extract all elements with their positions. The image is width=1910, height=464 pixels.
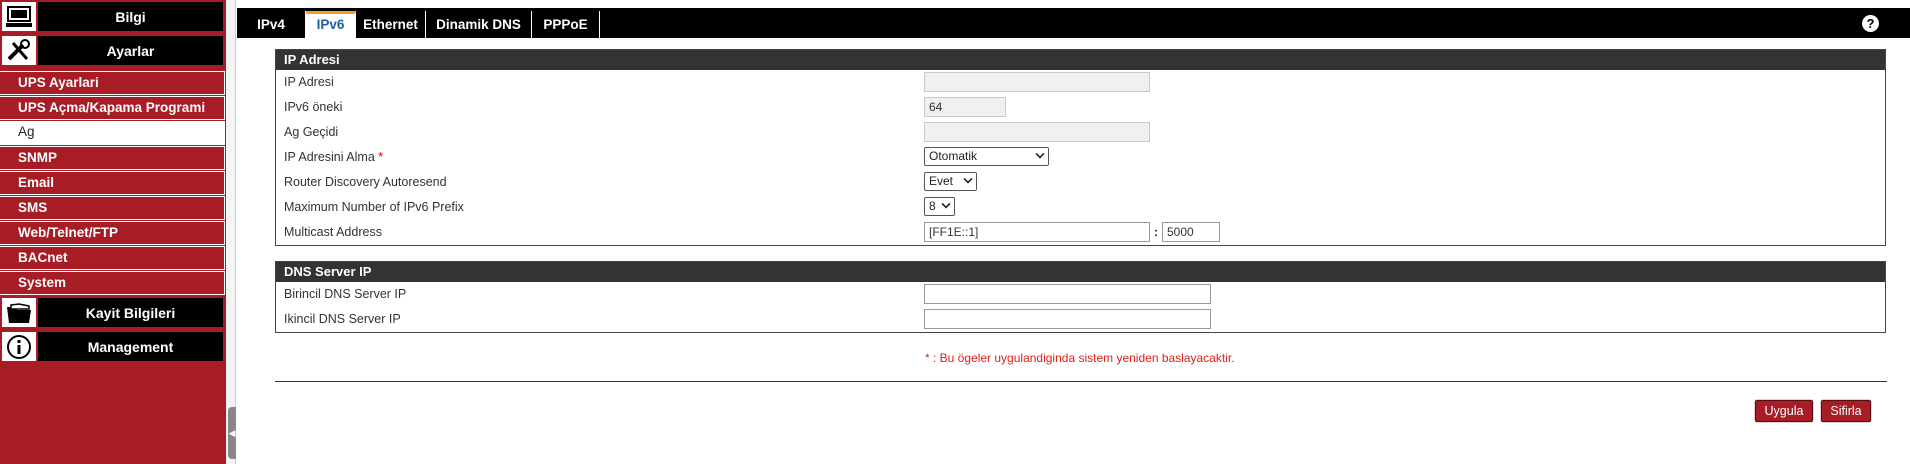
secondary-dns-label: Ikincil DNS Server IP <box>284 312 401 326</box>
sidebar-category-label: Kayit Bilgileri <box>38 298 223 327</box>
required-mark: * <box>378 150 384 164</box>
sidebar-item-ups-acma-kapama[interactable]: UPS Açma/Kapama Programi <box>0 96 225 120</box>
multicast-separator: : <box>1154 225 1158 239</box>
sidebar-item-web-telnet-ftp[interactable]: Web/Telnet/FTP <box>0 221 225 245</box>
sidebar-item-system[interactable]: System <box>0 271 225 295</box>
info-icon <box>2 332 38 361</box>
tools-icon <box>2 36 38 65</box>
restart-note: * : Bu ögeler uygulandiginda sistem yeni… <box>925 351 1235 365</box>
chevron-down-icon <box>963 174 973 184</box>
ipv6-prefix-input[interactable] <box>924 97 1006 117</box>
secondary-dns-input[interactable] <box>924 309 1211 329</box>
sidebar-item-bacnet[interactable]: BACnet <box>0 246 225 270</box>
collapse-sidebar-handle[interactable]: ◀ <box>228 407 236 459</box>
row-multicast: Multicast Address : <box>276 220 1885 245</box>
sidebar-category-label: Bilgi <box>38 2 223 31</box>
reset-button[interactable]: Sifirla <box>1821 400 1871 422</box>
row-ip-address: IP Adresi <box>276 70 1885 95</box>
primary-dns-label: Birincil DNS Server IP <box>284 287 407 301</box>
splitter <box>226 0 236 464</box>
row-primary-dns: Birincil DNS Server IP <box>276 282 1885 307</box>
ip-address-label: IP Adresi <box>284 75 334 89</box>
tab-ethernet[interactable]: Ethernet <box>356 11 426 38</box>
obtain-ip-select[interactable]: Otomatik <box>924 147 1049 166</box>
sidebar-item-snmp[interactable]: SNMP <box>0 146 225 170</box>
sidebar-item-sms[interactable]: SMS <box>0 196 225 220</box>
folder-icon <box>2 298 38 327</box>
row-max-prefix: Maximum Number of IPv6 Prefix 8 <box>276 195 1885 220</box>
primary-dns-input[interactable] <box>924 284 1211 304</box>
sidebar-category-ayarlar[interactable]: Ayarlar <box>0 34 225 67</box>
tab-dinamik-dns[interactable]: Dinamik DNS <box>426 11 532 38</box>
row-router-discovery: Router Discovery Autoresend Evet <box>276 170 1885 195</box>
ip-address-input[interactable] <box>924 72 1150 92</box>
sidebar-item-ups-ayarlari[interactable]: UPS Ayarlari <box>0 71 225 95</box>
help-icon[interactable]: ? <box>1862 15 1879 32</box>
ipv6-prefix-label: IPv6 öneki <box>284 100 343 114</box>
multicast-port-input[interactable] <box>1162 222 1220 242</box>
sidebar-category-bilgi[interactable]: Bilgi <box>0 0 225 33</box>
row-ipv6-prefix: IPv6 öneki <box>276 95 1885 120</box>
panel-title: DNS Server IP <box>276 262 1885 282</box>
gateway-label: Ag Geçidi <box>284 125 339 139</box>
sidebar: Bilgi Ayarlar UPS Ayarlari UPS Açma/Kapa… <box>0 0 226 464</box>
router-discovery-select[interactable]: Evet <box>924 172 977 191</box>
tab-ipv4[interactable]: IPv4 <box>237 11 306 38</box>
max-prefix-label: Maximum Number of IPv6 Prefix <box>284 200 464 214</box>
sidebar-category-label: Ayarlar <box>38 36 223 65</box>
chevron-left-icon: ◀ <box>228 427 236 438</box>
tab-pppoe[interactable]: PPPoE <box>532 11 600 38</box>
ip-address-panel: IP Adresi IP Adresi IPv6 öneki Ag Geçidi… <box>275 49 1886 246</box>
tab-bar: IPv4 IPv6 Ethernet Dinamik DNS PPPoE <box>237 8 1910 38</box>
multicast-address-input[interactable] <box>924 222 1150 242</box>
apply-button[interactable]: Uygula <box>1755 400 1813 422</box>
max-prefix-select[interactable]: 8 <box>924 197 955 216</box>
row-gateway: Ag Geçidi <box>276 120 1885 145</box>
dns-server-panel: DNS Server IP Birincil DNS Server IP Iki… <box>275 261 1886 333</box>
sidebar-category-kayit-bilgileri[interactable]: Kayit Bilgileri <box>0 296 225 329</box>
obtain-ip-label: IP Adresini Alma * <box>284 150 384 164</box>
sidebar-item-ag[interactable]: Ag <box>0 121 225 145</box>
sidebar-category-management[interactable]: Management <box>0 330 225 363</box>
chevron-down-icon <box>941 199 951 209</box>
chevron-down-icon <box>1035 149 1045 159</box>
row-obtain-ip: IP Adresini Alma * Otomatik <box>276 145 1885 170</box>
row-secondary-dns: Ikincil DNS Server IP <box>276 307 1885 332</box>
sidebar-category-label: Management <box>38 332 223 361</box>
sidebar-item-email[interactable]: Email <box>0 171 225 195</box>
gateway-input[interactable] <box>924 122 1150 142</box>
panel-title: IP Adresi <box>276 50 1885 70</box>
divider <box>275 381 1887 382</box>
computer-icon <box>2 2 38 31</box>
router-discovery-label: Router Discovery Autoresend <box>284 175 447 189</box>
tab-ipv6[interactable]: IPv6 <box>306 11 356 38</box>
multicast-label: Multicast Address <box>284 225 382 239</box>
